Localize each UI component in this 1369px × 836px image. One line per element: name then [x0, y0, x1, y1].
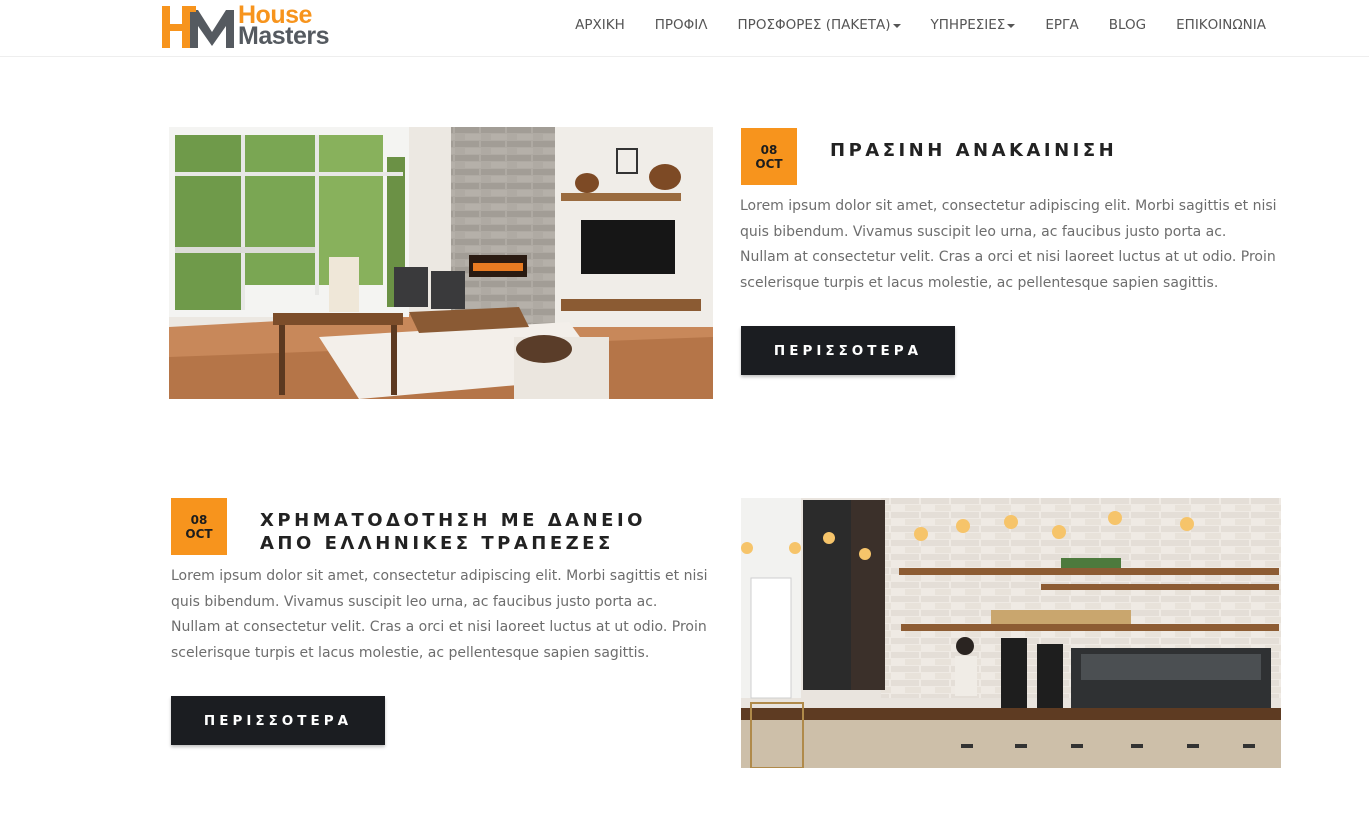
post-date-day: 08	[190, 512, 208, 527]
nav-item-offers[interactable]: ΠΡΟΣΦΟΡΕΣ (ΠΑΚΕΤΑ)	[738, 17, 901, 33]
cafe-counter-photo[interactable]	[741, 498, 1281, 768]
post-date-day: 08	[760, 142, 778, 157]
post-excerpt: Lorem ipsum dolor sit amet, consectetur …	[171, 568, 708, 661]
read-more-button[interactable]: ΠΕΡΙΣΣΟΤΕΡΑ	[741, 326, 955, 375]
logo-wordmark: House Masters	[238, 3, 330, 50]
nav-item-label: ΠΡΟΣΦΟΡΕΣ (ΠΑΚΕΤΑ)	[737, 17, 891, 33]
nav-item-home[interactable]: ΑΡΧΙΚΗ	[575, 17, 625, 33]
nav-item-services[interactable]: ΥΠΗΡΕΣΙΕΣ	[931, 17, 1016, 33]
nav-item-label: ΑΡΧΙΚΗ	[575, 17, 625, 33]
post-title[interactable]: ΧΡΗΜΑΤΟΔΟΤΗΣΗ ΜΕ ΔΑΝΕΙΟ ΑΠΟ ΕΛΛΗΝΙΚΕΣ ΤΡ…	[260, 509, 646, 555]
post-date-badge: 08 OCT	[741, 128, 797, 185]
post-title-line: ΧΡΗΜΑΤΟΔΟΤΗΣΗ ΜΕ ΔΑΝΕΙΟ	[260, 510, 646, 531]
living-room-photo[interactable]	[169, 127, 713, 399]
nav-item-contact[interactable]: ΕΠΙΚΟΙΝΩΝΙΑ	[1176, 17, 1266, 33]
hm-logo-icon	[162, 6, 234, 48]
nav-item-blog[interactable]: BLOG	[1109, 17, 1146, 33]
nav-item-profile[interactable]: ΠΡΟΦΙΛ	[655, 17, 708, 33]
post-date-month: OCT	[755, 156, 783, 171]
post-date-badge: 08 OCT	[171, 498, 227, 555]
nav-item-label: ΕΠΙΚΟΙΝΩΝΙΑ	[1176, 17, 1266, 33]
post-title-line: ΠΡΑΣΙΝΗ ΑΝΑΚΑΙΝΙΣΗ	[830, 140, 1118, 161]
nav-item-label: BLOG	[1108, 17, 1147, 33]
site-header: House Masters ΑΡΧΙΚΗ ΠΡΟΦΙΛ ΠΡΟΣΦΟΡΕΣ (Π…	[0, 0, 1369, 57]
nav-item-label: ΠΡΟΦΙΛ	[654, 17, 708, 33]
caret-down-icon	[1007, 23, 1016, 28]
main-nav: ΑΡΧΙΚΗ ΠΡΟΦΙΛ ΠΡΟΣΦΟΡΕΣ (ΠΑΚΕΤΑ) ΥΠΗΡΕΣΙ…	[545, 0, 1266, 50]
caret-down-icon	[892, 23, 901, 28]
post-excerpt: Lorem ipsum dolor sit amet, consectetur …	[740, 198, 1277, 291]
nav-item-label: ΥΠΗΡΕΣΙΕΣ	[930, 17, 1006, 33]
living-room-image	[169, 127, 713, 399]
post-title[interactable]: ΠΡΑΣΙΝΗ ΑΝΑΚΑΙΝΙΣΗ	[830, 139, 1117, 162]
cafe-counter-image	[741, 498, 1281, 768]
post-title-line: ΑΠΟ ΕΛΛΗΝΙΚΕΣ ΤΡΑΠΕΖΕΣ	[260, 533, 614, 554]
post-date-month: OCT	[185, 526, 213, 541]
nav-item-label: ΕΡΓΑ	[1045, 17, 1079, 33]
read-more-button[interactable]: ΠΕΡΙΣΣΟΤΕΡΑ	[171, 696, 385, 745]
nav-item-projects[interactable]: ΕΡΓΑ	[1045, 17, 1078, 33]
logo-line-masters: Masters	[238, 22, 330, 50]
house-masters-logo[interactable]: House Masters	[160, 3, 355, 50]
